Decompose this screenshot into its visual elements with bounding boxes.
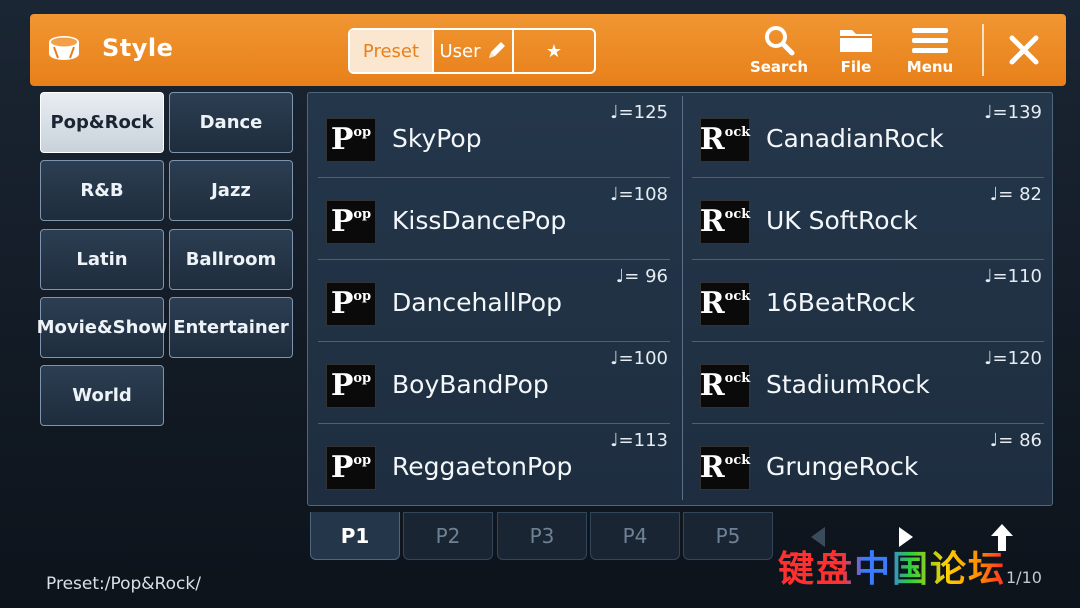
tab-favorite[interactable]: ★ [514,30,594,72]
style-item[interactable]: Rock GrungeRock ♩= 86 [684,424,1050,506]
close-button[interactable] [998,26,1050,74]
style-name: 16BeatRock [766,288,916,317]
current-path: Preset:/Pop&Rock/ [46,574,201,594]
style-tempo: ♩= 86 [989,430,1042,451]
pop-style-icon: Pop [326,282,376,326]
header-divider [982,24,984,76]
category-world[interactable]: World [40,365,164,426]
rock-style-icon: Rock [700,364,750,408]
style-tempo: ♩=100 [610,348,668,369]
search-icon [765,26,795,56]
rock-style-icon: Rock [700,200,750,244]
app-title: Style [102,34,174,62]
tab-preset[interactable]: Preset [350,30,432,72]
style-tempo: ♩=139 [984,102,1042,123]
style-item[interactable]: Pop SkyPop ♩=125 [310,96,676,178]
menu-label: Menu [906,58,954,76]
style-name: DancehallPop [392,288,562,317]
close-icon [1009,35,1039,65]
style-tempo: ♩=113 [610,430,668,451]
pencil-icon [488,42,505,58]
tab-page-5[interactable]: P5 [683,512,773,560]
rock-style-icon: Rock [700,282,750,326]
category-entertainer[interactable]: Entertainer [169,297,293,358]
style-name: GrungeRock [766,452,919,481]
style-item[interactable]: Pop KissDancePop ♩=108 [310,178,676,260]
category-dance[interactable]: Dance [169,92,293,153]
tab-page-4[interactable]: P4 [590,512,680,560]
folder-icon [840,30,872,52]
category-ballroom[interactable]: Ballroom [169,229,293,290]
category-r-and-b[interactable]: R&B [40,160,164,221]
style-name: CanadianRock [766,124,944,153]
style-tempo: ♩=110 [984,266,1042,287]
category-movie-show[interactable]: Movie&Show [37,297,167,358]
hamburger-icon [912,28,948,53]
drum-icon [49,36,79,60]
category-latin[interactable]: Latin [40,229,164,290]
style-name: UK SoftRock [766,206,918,235]
style-name: BoyBandPop [392,370,549,399]
rock-style-icon: Rock [700,446,750,490]
style-tempo: ♩=108 [610,184,668,205]
list-column-divider [682,96,683,500]
search-label: Search [749,58,809,76]
tab-page-3[interactable]: P3 [497,512,587,560]
search-button[interactable]: Search [745,22,813,82]
rock-style-icon: Rock [700,118,750,162]
category-jazz[interactable]: Jazz [169,160,293,221]
style-item[interactable]: Pop ReggaetonPop ♩=113 [310,424,676,506]
header-bar: Style Preset User ★ Search File Menu [30,14,1066,86]
pop-style-icon: Pop [326,364,376,408]
pop-style-icon: Pop [326,200,376,244]
pop-style-icon: Pop [326,446,376,490]
style-item[interactable]: Rock UK SoftRock ♩= 82 [684,178,1050,260]
style-name: SkyPop [392,124,482,153]
style-name: KissDancePop [392,206,567,235]
style-tempo: ♩= 96 [615,266,668,287]
style-name: ReggaetonPop [392,452,573,481]
style-item[interactable]: Pop DancehallPop ♩= 96 [310,260,676,342]
screen: Style Preset User ★ Search File Menu Pop… [0,0,1080,608]
tab-user[interactable]: User [432,30,514,72]
style-tempo: ♩=120 [984,348,1042,369]
tab-user-label: User [439,40,481,62]
category-pop-rock[interactable]: Pop&Rock [40,92,164,153]
source-tabs: Preset User ★ [348,28,596,74]
file-label: File [840,58,872,76]
pop-style-icon: Pop [326,118,376,162]
style-tempo: ♩=125 [610,102,668,123]
style-item[interactable]: Rock 16BeatRock ♩=110 [684,260,1050,342]
style-item[interactable]: Rock CanadianRock ♩=139 [684,96,1050,178]
style-item[interactable]: Pop BoyBandPop ♩=100 [310,342,676,424]
file-button[interactable]: File [822,22,890,82]
style-tempo: ♩= 82 [989,184,1042,205]
menu-button[interactable]: Menu [896,22,964,82]
watermark: 键盘中国论坛 [778,540,1006,592]
page-counter: 1/10 [1006,568,1042,587]
style-name: StadiumRock [766,370,930,399]
tab-page-2[interactable]: P2 [403,512,493,560]
style-item[interactable]: Rock StadiumRock ♩=120 [684,342,1050,424]
tab-page-1[interactable]: P1 [310,512,400,560]
